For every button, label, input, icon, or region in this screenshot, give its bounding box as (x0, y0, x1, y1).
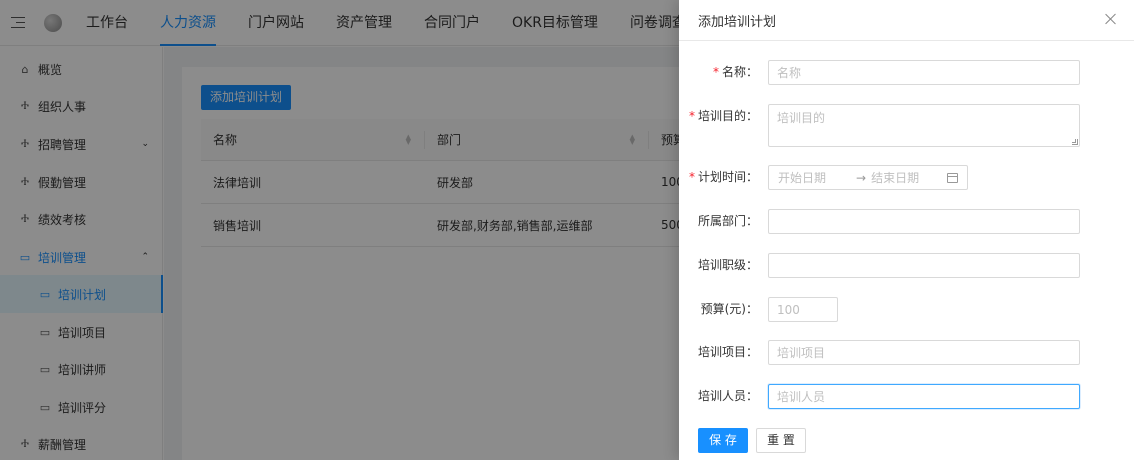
purpose-textarea-wrap (768, 104, 1080, 147)
form-label-project: 培训项目： (679, 340, 763, 365)
add-training-plan-drawer: 添加培训计划 *名称： *培训目的： *计划时间： 开始日期 → 结束日期 所属… (679, 0, 1134, 460)
label-text: 培训项目 (697, 345, 746, 359)
form-label-budget: 预算(元)： (679, 297, 763, 322)
form-row-level: 培训职级： (679, 253, 1134, 278)
people-select[interactable] (768, 384, 1080, 409)
resize-handle-icon[interactable] (1072, 139, 1078, 145)
save-button[interactable]: 保 存 (698, 428, 748, 453)
form-row-dept: 所属部门： (679, 209, 1134, 234)
required-mark: * (688, 170, 695, 184)
label-text: 培训人员 (697, 389, 746, 403)
end-date-input[interactable]: 结束日期 (871, 169, 931, 186)
date-range-picker[interactable]: 开始日期 → 结束日期 (768, 165, 968, 190)
label-colon: ： (745, 389, 758, 403)
drawer-title: 添加培训计划 (698, 14, 777, 30)
label-colon: ： (745, 170, 758, 184)
purpose-textarea[interactable] (768, 104, 1080, 147)
level-select[interactable] (768, 253, 1080, 278)
start-date-input[interactable]: 开始日期 (778, 169, 848, 186)
label-colon: ： (745, 109, 758, 123)
required-mark: * (688, 109, 695, 123)
budget-input[interactable] (768, 297, 838, 322)
form-row-name: * 名称： (679, 60, 1134, 85)
label-colon: ： (745, 302, 758, 316)
form-row-project: 培训项目： (679, 340, 1134, 365)
calendar-icon[interactable] (947, 173, 958, 183)
dept-select[interactable] (768, 209, 1080, 234)
label-text: 培训职级 (697, 258, 746, 272)
form-label-dept: 所属部门： (679, 209, 763, 234)
arrow-right-icon: → (856, 170, 867, 185)
form-label-time: * 计划时间： (679, 165, 763, 190)
reset-button[interactable]: 重 置 (756, 428, 806, 453)
form-label-people: 培训人员： (679, 384, 763, 409)
form-row-budget: 预算(元)： (679, 297, 1134, 322)
required-mark: * (712, 65, 719, 79)
label-colon: ： (745, 214, 758, 228)
name-input[interactable] (768, 60, 1080, 85)
label-text: 培训目的 (697, 109, 746, 123)
label-text: 名称 (721, 65, 746, 79)
form-label-level: 培训职级： (679, 253, 763, 278)
close-icon[interactable] (1105, 13, 1117, 25)
drawer-header: 添加培训计划 (679, 0, 1134, 41)
project-select[interactable] (768, 340, 1080, 365)
label-colon: ： (745, 65, 758, 79)
label-text: 所属部门 (697, 214, 746, 228)
form-row-people: 培训人员： (679, 384, 1134, 409)
form-label-purpose: * 培训目的： (679, 104, 763, 129)
form-row-time: * 计划时间： 开始日期 → 结束日期 (679, 165, 1134, 190)
label-text: 预算(元) (700, 302, 746, 316)
label-colon: ： (745, 345, 758, 359)
drawer-mask[interactable] (0, 0, 679, 460)
form-row-purpose: * 培训目的： (679, 104, 1134, 147)
form-label-name: * 名称： (679, 60, 763, 85)
label-colon: ： (745, 258, 758, 272)
label-text: 计划时间 (697, 170, 746, 184)
